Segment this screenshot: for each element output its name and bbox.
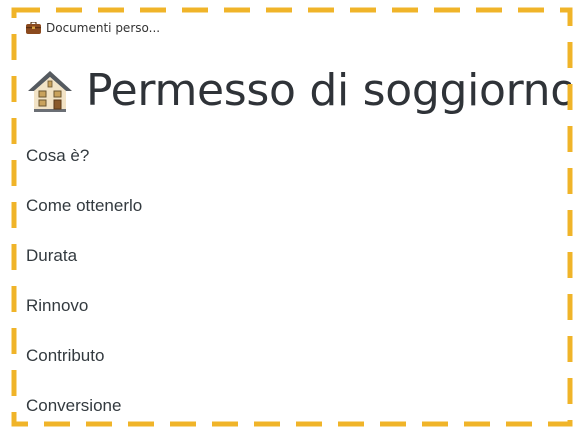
menu-item-cosa-e[interactable]: Cosa è?: [16, 131, 571, 181]
menu-item-rinnovo[interactable]: Rinnovo: [16, 281, 571, 331]
page-title: Permesso di soggiorno: [86, 65, 571, 116]
menu-item-contributo[interactable]: Contributo: [16, 331, 571, 381]
house-icon: [26, 67, 74, 115]
page-header: Permesso di soggiorno: [26, 65, 571, 116]
section-menu: Cosa è? Come ottenerlo Durata Rinnovo Co…: [16, 131, 571, 425]
menu-item-label: Rinnovo: [26, 296, 89, 315]
menu-item-label: Durata: [26, 246, 78, 265]
breadcrumb-label: Documenti perso...: [46, 21, 161, 35]
menu-item-durata[interactable]: Durata: [16, 231, 571, 281]
breadcrumb[interactable]: Documenti perso...: [26, 21, 160, 35]
menu-item-conversione[interactable]: Conversione: [16, 381, 571, 425]
page-content: Documenti perso... Permesso di soggiorno: [16, 13, 571, 425]
menu-item-come-ottenerlo[interactable]: Come ottenerlo: [16, 181, 571, 231]
screenshot-frame: Documenti perso... Permesso di soggiorno: [0, 0, 577, 428]
menu-item-label: Come ottenerlo: [26, 196, 143, 215]
menu-item-label: Conversione: [26, 396, 122, 415]
menu-item-label: Contributo: [26, 346, 105, 365]
briefcase-icon: [26, 21, 41, 34]
menu-item-label: Cosa è?: [26, 146, 90, 165]
